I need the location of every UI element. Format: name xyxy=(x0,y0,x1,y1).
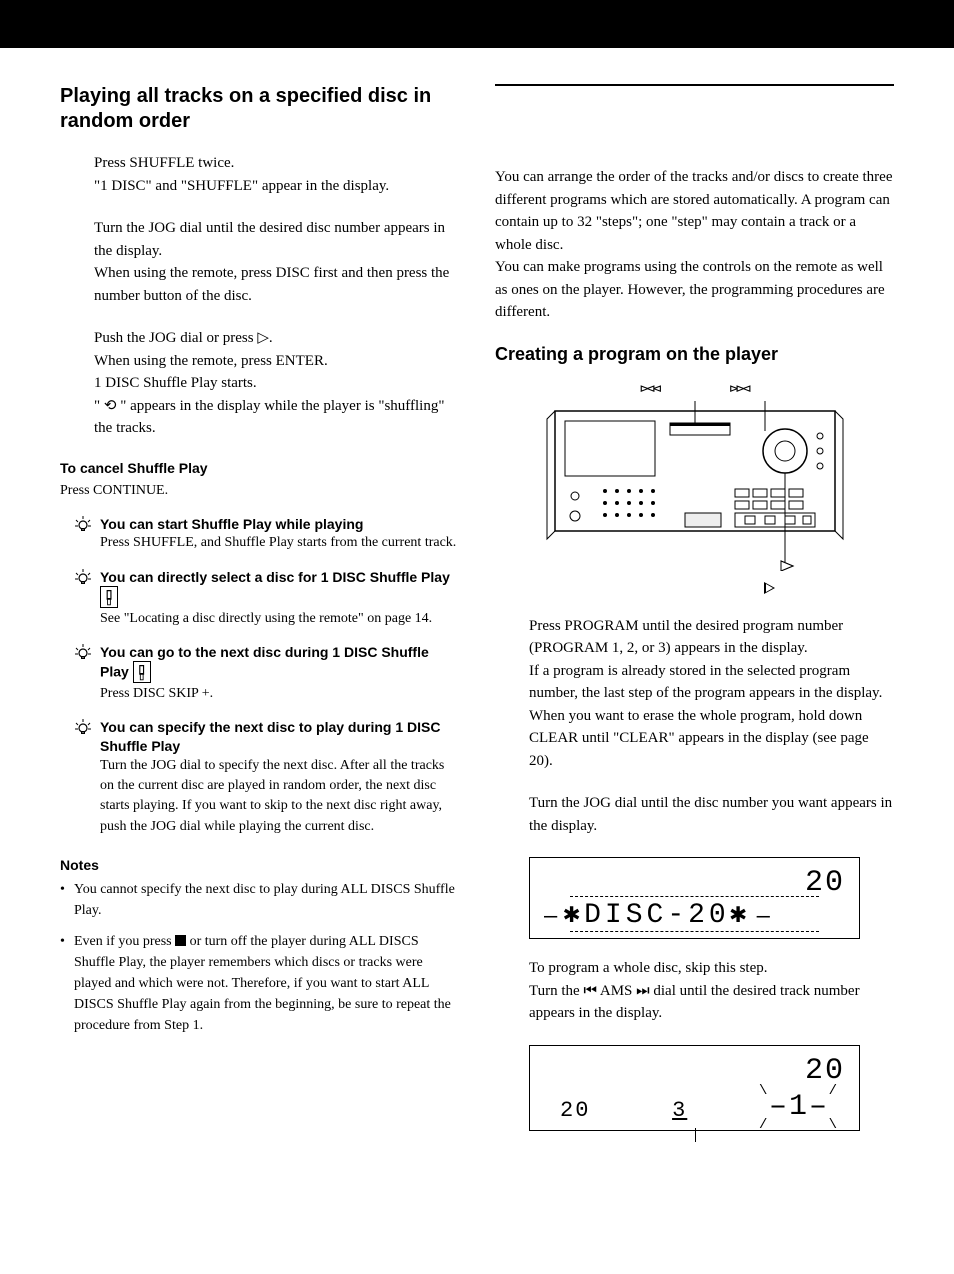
bulb-icon xyxy=(74,718,92,736)
left-heading: Playing all tracks on a specified disc i… xyxy=(60,84,459,134)
disp2-top-right: 20 xyxy=(805,1056,845,1086)
cancel-heading: To cancel Shuffle Play xyxy=(60,460,459,476)
spark-right-icon: – xyxy=(757,904,770,929)
notes-list: You cannot specify the next disc to play… xyxy=(60,879,459,1036)
display-panel-2: 20 20 3 \ / –1– / \ xyxy=(529,1045,860,1131)
page-content: Playing all tracks on a specified disc i… xyxy=(0,48,954,1189)
disp2-right: \ / –1– / \ xyxy=(769,1092,829,1122)
tip-2: You can directly select a disc for 1 DIS… xyxy=(74,568,459,629)
spark-left-icon: – xyxy=(544,904,557,929)
header-black-bar xyxy=(0,0,954,48)
display-panel-1: 20 – ✱DISC-20✱ – xyxy=(529,857,860,939)
play-icon xyxy=(764,582,775,594)
bulb-icon xyxy=(74,568,92,586)
skip-back-icon: ⊳⊲⊲ xyxy=(640,381,659,397)
skip-forward-icon: ⊳⊳⊲ xyxy=(730,381,749,397)
tip-1-body: Press SHUFFLE, and Shuffle Play starts f… xyxy=(100,533,459,553)
cancel-body: Press CONTINUE. xyxy=(60,480,459,501)
disp2-mid: 3 xyxy=(672,1100,687,1122)
tip-4-title: You can specify the next disc to play du… xyxy=(100,718,459,756)
step-2: Turn the JOG dial until the desired disc… xyxy=(94,217,459,307)
tip-4: You can specify the next disc to play du… xyxy=(74,718,459,837)
step-3: Push the JOG dial or press ▷. When using… xyxy=(94,327,459,440)
device-illustration xyxy=(535,401,855,571)
r-step-1: Press PROGRAM until the desired program … xyxy=(529,615,894,773)
disp2-left: 20 xyxy=(560,1100,590,1122)
step-1: Press SHUFFLE twice. "1 DISC" and "SHUFF… xyxy=(94,152,459,197)
tip-2-title: You can directly select a disc for 1 DIS… xyxy=(100,568,459,609)
remote-icon xyxy=(100,586,118,608)
bulb-icon xyxy=(74,643,92,661)
notes-heading: Notes xyxy=(60,857,459,873)
tip-3-body: Press DISC SKIP +. xyxy=(100,684,459,704)
r-step-3: To program a whole disc, skip this step.… xyxy=(529,957,894,1025)
tip-1: You can start Shuffle Play while playing… xyxy=(74,515,459,554)
note-2: Even if you press or turn off the player… xyxy=(60,931,459,1036)
tip-3: You can go to the next disc during 1 DIS… xyxy=(74,643,459,704)
disp1-main-text: ✱DISC-20✱ xyxy=(563,902,750,930)
tip-1-title: You can start Shuffle Play while playing xyxy=(100,515,363,534)
disp1-top-right: 20 xyxy=(805,868,845,898)
device-top-labels: ⊳⊲⊲ ⊳⊳⊲ xyxy=(495,381,894,397)
tip-2-body: See "Locating a disc directly using the … xyxy=(100,609,459,629)
intro-paragraph: You can arrange the order of the tracks … xyxy=(495,166,894,324)
right-heading: Creating a program on the player xyxy=(495,344,894,365)
device-play-label xyxy=(645,579,894,597)
tip-4-body: Turn the JOG dial to specify the next di… xyxy=(100,756,459,837)
left-column: Playing all tracks on a specified disc i… xyxy=(60,84,459,1149)
tip-3-title: You can go to the next disc during 1 DIS… xyxy=(100,643,459,684)
right-column: You can arrange the order of the tracks … xyxy=(495,84,894,1149)
r-step-2: Turn the JOG dial until the disc number … xyxy=(529,792,894,837)
remote-icon xyxy=(133,661,151,683)
bulb-icon xyxy=(74,515,92,533)
stop-icon xyxy=(175,935,186,946)
section-rule xyxy=(495,84,894,86)
note-1: You cannot specify the next disc to play… xyxy=(60,879,459,921)
